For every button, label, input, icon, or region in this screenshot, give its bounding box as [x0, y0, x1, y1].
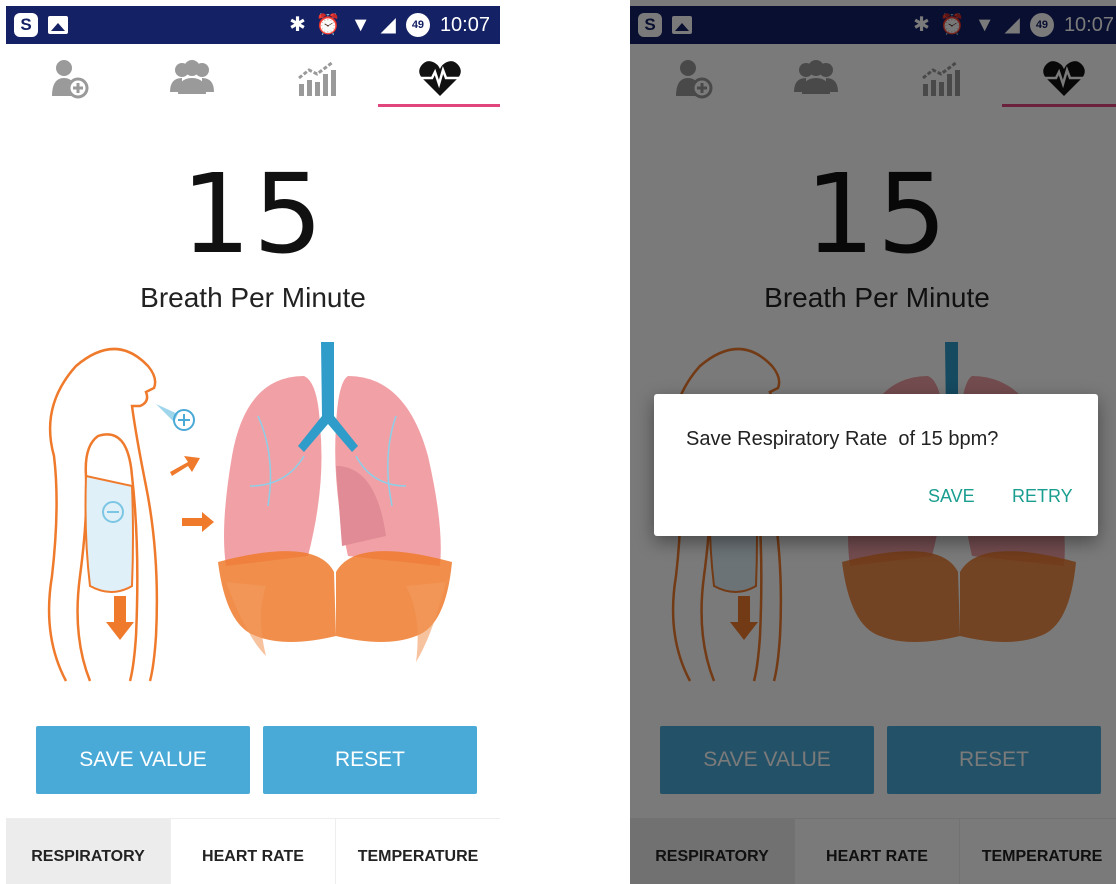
status-bar: S ✱ ⏰ ▼ ◢ 49 10:07	[6, 6, 500, 44]
dialog-retry-button[interactable]: RETRY	[1012, 486, 1073, 507]
patients-group-icon[interactable]	[130, 52, 254, 104]
heart-rate-icon[interactable]	[378, 52, 500, 104]
bluetooth-icon: ✱	[289, 14, 306, 36]
save-value-button[interactable]: SAVE VALUE	[36, 726, 250, 794]
respiratory-screen: S ✱ ⏰ ▼ ◢ 49 10:07 15 Breath Per Minute	[6, 0, 500, 884]
respiratory-rate-value: 15	[181, 150, 325, 278]
status-time: 10:07	[439, 14, 490, 36]
battery-icon: 49	[405, 13, 430, 37]
save-confirmation-dialog: Save Respiratory Rate of 15 bpm? SAVE RE…	[654, 394, 1098, 536]
active-tab-indicator	[378, 104, 500, 107]
tab-heart-rate[interactable]: HEART RATE	[170, 819, 335, 884]
wifi-icon: ▼	[350, 14, 371, 36]
dialog-message: Save Respiratory Rate of 15 bpm?	[686, 428, 999, 450]
tab-respiratory[interactable]: RESPIRATORY	[6, 819, 170, 884]
add-patient-icon[interactable]	[6, 52, 130, 104]
bottom-tab-bar: RESPIRATORY HEART RATE TEMPERATURE	[6, 818, 500, 884]
alarm-icon: ⏰	[315, 14, 341, 36]
tab-temperature[interactable]: TEMPERATURE	[335, 819, 500, 884]
cell-signal-icon: ◢	[380, 14, 396, 36]
gallery-notification-icon	[48, 16, 68, 34]
respiratory-screen-dialog: S ✱ ⏰ ▼ ◢ 49 10:07 15 Breath Per Minute	[630, 0, 1116, 884]
skype-notification-icon: S	[14, 13, 38, 37]
lungs-illustration	[47, 342, 452, 682]
respiratory-rate-unit: Breath Per Minute	[140, 282, 366, 313]
reset-button[interactable]: RESET	[263, 726, 477, 794]
dialog-save-button[interactable]: SAVE	[928, 486, 975, 507]
statistics-chart-icon[interactable]	[254, 52, 378, 104]
top-tab-bar	[6, 44, 500, 110]
